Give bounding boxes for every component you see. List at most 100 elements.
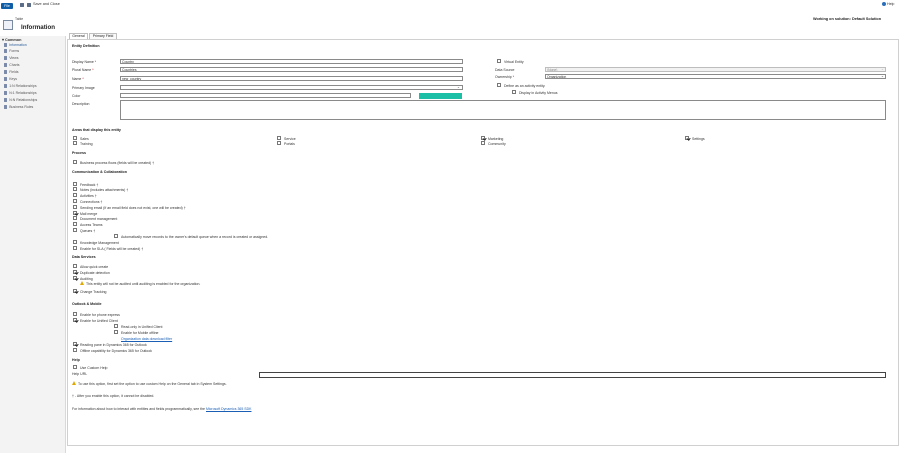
- sending-email-label: Sending email (If an email field does no…: [80, 205, 186, 210]
- mail-merge-checkbox[interactable]: [73, 211, 77, 215]
- entity-icon: [3, 20, 13, 30]
- area-service-label: Service: [284, 136, 296, 141]
- sdk-note: For information about how to interact wi…: [72, 407, 252, 411]
- sidebar-item-label: Forms: [9, 49, 20, 53]
- sdk-link[interactable]: Microsoft Dynamics 365 SDK: [206, 407, 252, 411]
- notes-checkbox[interactable]: [73, 187, 77, 191]
- area-training-checkbox[interactable]: [73, 141, 77, 145]
- tab-primary-field[interactable]: Primary Field: [89, 33, 117, 39]
- connections-checkbox[interactable]: [73, 199, 77, 203]
- file-button[interactable]: File: [1, 3, 13, 9]
- area-marketing-label: Marketing: [488, 136, 504, 141]
- area-service-checkbox[interactable]: [277, 136, 281, 140]
- section-entity-definition: Entity Definition: [72, 44, 100, 48]
- save-close-icon[interactable]: [27, 3, 31, 7]
- read-only-unified-checkbox[interactable]: [114, 324, 118, 328]
- save-icon[interactable]: [20, 3, 24, 7]
- offline-capability-checkbox[interactable]: [73, 348, 77, 352]
- use-custom-help-checkbox[interactable]: [73, 365, 77, 369]
- relationship-icon: [4, 84, 8, 88]
- change-tracking-checkbox[interactable]: [73, 289, 77, 293]
- relationship-icon: [4, 91, 8, 95]
- mobile-offline-checkbox[interactable]: [114, 330, 118, 334]
- sidebar-item-information[interactable]: Information: [4, 43, 27, 47]
- sidebar-item-fields[interactable]: Fields: [4, 70, 19, 74]
- save-close-button[interactable]: Save and Close: [33, 2, 60, 6]
- auditing-label: Auditing: [80, 276, 93, 281]
- display-name-input[interactable]: Country: [120, 59, 463, 64]
- feedback-checkbox[interactable]: [73, 182, 77, 186]
- auto-move-checkbox[interactable]: [114, 234, 118, 238]
- auditing-checkbox[interactable]: [73, 276, 77, 280]
- entity-type-label: Table: [15, 17, 24, 21]
- activities-label: Activities †: [80, 193, 97, 198]
- ownership-select[interactable]: Organization: [545, 74, 886, 79]
- sidebar-item-nn-relationships[interactable]: N:N Relationships: [4, 98, 37, 102]
- unified-client-checkbox[interactable]: [73, 318, 77, 322]
- color-input[interactable]: [120, 93, 411, 98]
- chevron-down-icon: ⌄: [457, 85, 461, 89]
- sidebar-item-label: Information: [9, 43, 27, 47]
- access-teams-checkbox[interactable]: [73, 222, 77, 226]
- business-process-flows-checkbox[interactable]: [73, 160, 77, 164]
- activities-checkbox[interactable]: [73, 193, 77, 197]
- mail-merge-label: Mail merge: [80, 211, 98, 216]
- allow-quick-create-checkbox[interactable]: [73, 264, 77, 268]
- queues-checkbox[interactable]: [73, 228, 77, 232]
- information-icon: [4, 43, 8, 47]
- display-activity-menus-checkbox[interactable]: [512, 90, 516, 94]
- knowledge-management-checkbox[interactable]: [73, 240, 77, 244]
- help-url-input[interactable]: [259, 372, 886, 378]
- duplicate-detection-checkbox[interactable]: [73, 270, 77, 274]
- org-data-filter-link[interactable]: Organization data download filter: [121, 337, 172, 341]
- name-input[interactable]: new_country: [120, 76, 463, 81]
- document-management-checkbox[interactable]: [73, 216, 77, 220]
- section-outlook-mobile: Outlook & Mobile: [72, 302, 102, 306]
- primary-image-select[interactable]: [120, 85, 463, 90]
- area-settings-checkbox[interactable]: [685, 136, 689, 140]
- color-swatch[interactable]: [419, 93, 462, 99]
- sidebar-item-label: N:1 Relationships: [9, 91, 37, 95]
- reading-pane-checkbox[interactable]: [73, 342, 77, 346]
- chevron-down-icon: ⌄: [881, 74, 885, 78]
- reading-pane-label: Reading pane in Dynamics 365 for Outlook: [80, 342, 147, 347]
- sidebar-item-views[interactable]: Views: [4, 56, 18, 60]
- sidebar-item-keys[interactable]: Keys: [4, 77, 17, 81]
- help-icon[interactable]: [882, 2, 886, 6]
- section-data-services: Data Services: [72, 255, 96, 259]
- name-label: Name *: [72, 77, 84, 81]
- sidebar-item-n1-relationships[interactable]: N:1 Relationships: [4, 91, 37, 95]
- tab-general[interactable]: General: [69, 33, 88, 39]
- virtual-entity-checkbox[interactable]: [497, 59, 501, 63]
- dagger-note: † - After you enable this option, it can…: [72, 394, 155, 398]
- chevron-down-icon: ⌄: [881, 67, 885, 71]
- sidebar-item-forms[interactable]: Forms: [4, 49, 19, 53]
- description-textarea[interactable]: [120, 100, 886, 120]
- display-name-label: Display Name *: [72, 60, 97, 64]
- enable-sla-checkbox[interactable]: [73, 246, 77, 250]
- sdk-note-text: For information about how to interact wi…: [72, 407, 205, 411]
- auditing-warning-text: This entity will not be audited until au…: [86, 282, 201, 286]
- sidebar-item-1n-relationships[interactable]: 1:N Relationships: [4, 84, 37, 88]
- area-community-checkbox[interactable]: [481, 141, 485, 145]
- sidebar-item-business-rules[interactable]: Business Rules: [4, 105, 33, 109]
- area-sales-checkbox[interactable]: [73, 136, 77, 140]
- sidebar-item-charts[interactable]: Charts: [4, 63, 20, 67]
- area-training-label: Training: [80, 141, 93, 146]
- change-tracking-label: Change Tracking: [80, 289, 107, 294]
- define-activity-checkbox[interactable]: [497, 83, 501, 87]
- display-activity-menus-label: Display in Activity Menus: [519, 90, 558, 95]
- sidebar-section-common[interactable]: ▾ Common: [2, 37, 21, 42]
- feedback-label: Feedback †: [80, 182, 99, 187]
- area-portals-checkbox[interactable]: [277, 141, 281, 145]
- allow-quick-create-label: Allow quick create: [80, 264, 109, 269]
- knowledge-management-label: Knowledge Management: [80, 240, 119, 245]
- phone-express-checkbox[interactable]: [73, 312, 77, 316]
- help-button[interactable]: Help: [887, 2, 894, 6]
- page-title: Information: [21, 24, 56, 31]
- data-source-select[interactable]: (None): [545, 67, 886, 72]
- area-marketing-checkbox[interactable]: [481, 136, 485, 140]
- duplicate-detection-label: Duplicate detection: [80, 270, 110, 275]
- sending-email-checkbox[interactable]: [73, 205, 77, 209]
- plural-name-input[interactable]: Countries: [120, 67, 463, 72]
